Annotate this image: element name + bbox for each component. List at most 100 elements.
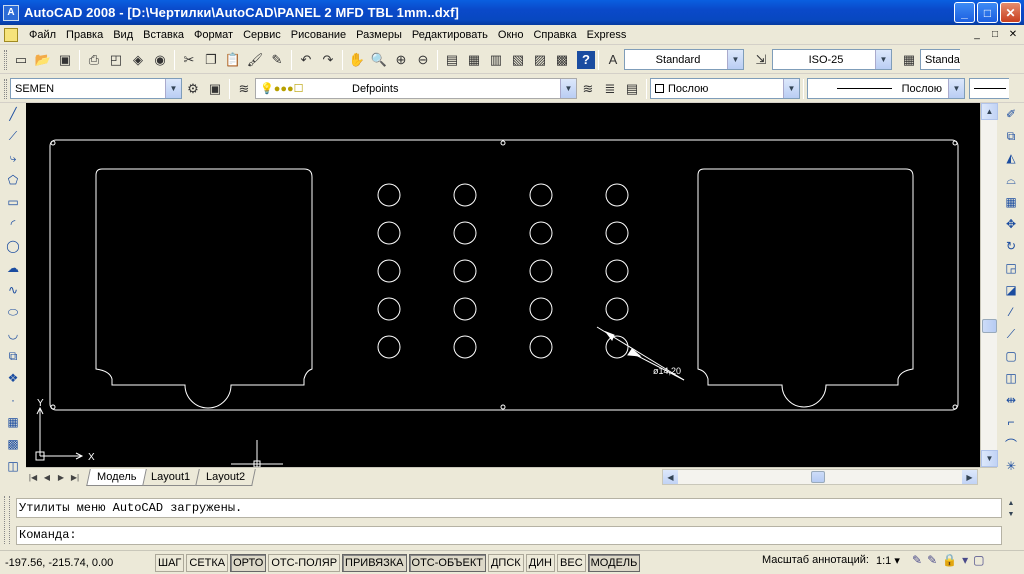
document-icon[interactable] [4, 27, 18, 42]
menu-express[interactable]: Express [582, 25, 632, 45]
snap-toggle[interactable]: ШАГ [155, 553, 185, 572]
calculator-icon[interactable]: ▩ [551, 49, 573, 71]
next-tab-icon[interactable]: ▶ [54, 470, 68, 485]
tool-palettes-icon[interactable]: ▥ [485, 49, 507, 71]
insert-block-icon[interactable]: ⧉ [2, 345, 24, 367]
match-properties-icon[interactable]: 🖌 [244, 49, 266, 71]
autocad-app-icon[interactable]: A [3, 4, 19, 21]
workspace-settings-icon[interactable]: ⚙ [182, 78, 204, 100]
revision-cloud-icon[interactable]: ☁ [2, 257, 24, 279]
fillet-icon[interactable]: ⌒ [1000, 433, 1022, 455]
copy-icon[interactable]: ❐ [200, 49, 222, 71]
lineweight-select[interactable] [969, 78, 1009, 99]
tab-layout1[interactable]: Layout1 [140, 468, 202, 486]
scale-icon[interactable]: ◲ [1000, 257, 1022, 279]
save-icon[interactable]: ▣ [54, 49, 76, 71]
explode-icon[interactable]: ✳ [1000, 455, 1022, 477]
polar-toggle[interactable]: ОТС-ПОЛЯР [268, 553, 341, 572]
help-icon[interactable]: ? [577, 50, 595, 69]
stretch-icon[interactable]: ◪ [1000, 279, 1022, 301]
chevron-down-icon[interactable]: ▼ [783, 79, 799, 98]
array-icon[interactable]: ▦ [1000, 191, 1022, 213]
dim-style-select[interactable]: ISO-25 ▼ [772, 49, 892, 70]
color-select[interactable]: Послою ▼ [650, 78, 800, 99]
scroll-up-icon[interactable]: ▲ [1008, 500, 1015, 507]
close-button[interactable]: ✕ [1000, 2, 1021, 23]
vertical-scroll-thumb[interactable] [982, 319, 997, 333]
cut-icon[interactable]: ✂ [178, 49, 200, 71]
spline-icon[interactable]: ∿ [2, 279, 24, 301]
offset-icon[interactable]: ⌓ [1000, 169, 1022, 191]
make-object-layer-current-icon[interactable]: ≋ [577, 78, 599, 100]
doc-restore-button[interactable]: □ [988, 27, 1002, 41]
scroll-down-icon[interactable]: ▼ [981, 450, 998, 467]
maximize-button[interactable]: □ [977, 2, 998, 23]
annotation-scale-select[interactable]: 1:1 ▾ [876, 554, 900, 567]
hatch-icon[interactable]: ▦ [2, 411, 24, 433]
ellipse-arc-icon[interactable]: ◡ [2, 323, 24, 345]
chevron-down-icon[interactable]: ▼ [727, 50, 743, 69]
lwt-toggle[interactable]: ВЕС [557, 553, 586, 572]
markup-icon[interactable]: ▨ [529, 49, 551, 71]
toolbar-grip[interactable] [4, 49, 7, 70]
drawing-canvas[interactable]: ø14,20 Y X [26, 103, 980, 467]
join-icon[interactable]: ⇹ [1000, 389, 1022, 411]
break-icon[interactable]: ◫ [1000, 367, 1022, 389]
block-editor-icon[interactable]: ✎ [266, 49, 288, 71]
tab-model[interactable]: Модель [86, 468, 148, 486]
menu-file[interactable]: Файл [24, 25, 61, 45]
extend-icon[interactable]: ⟋ [1000, 323, 1022, 345]
make-block-icon[interactable]: ❖ [2, 367, 24, 389]
otrack-toggle[interactable]: ОТС-ОБЪЕКТ [408, 553, 486, 572]
command-input[interactable]: Команда: [16, 526, 1002, 545]
scroll-left-icon[interactable]: ◀ [663, 470, 678, 484]
print-icon[interactable]: ⎙ [83, 49, 105, 71]
layer-previous-icon[interactable]: ≣ [599, 78, 621, 100]
menu-edit[interactable]: Правка [61, 25, 108, 45]
zoom-window-icon[interactable]: ⊕ [390, 49, 412, 71]
scroll-down-icon[interactable]: ▼ [1008, 511, 1015, 518]
new-icon[interactable]: ▭ [10, 49, 32, 71]
menu-tools[interactable]: Сервис [238, 25, 286, 45]
horizontal-scroll-thumb[interactable] [811, 471, 825, 483]
table-style-icon[interactable]: ▦ [898, 49, 920, 71]
menu-help[interactable]: Справка [528, 25, 581, 45]
construction-line-icon[interactable]: ⟋ [2, 125, 24, 147]
circle-icon[interactable]: ◯ [2, 235, 24, 257]
undo-icon[interactable]: ↶ [295, 49, 317, 71]
ellipse-icon[interactable]: ⬭ [2, 301, 24, 323]
osnap-toggle[interactable]: ПРИВЯЗКА [342, 553, 407, 572]
doc-close-button[interactable]: ✕ [1006, 27, 1020, 41]
rectangle-icon[interactable]: ▭ [2, 191, 24, 213]
table-style-select[interactable]: Standa [920, 49, 960, 70]
polyline-icon[interactable]: ⤷ [2, 147, 24, 169]
3d-publish-icon[interactable]: ◉ [149, 49, 171, 71]
layer-manager-icon[interactable]: ≋ [233, 78, 255, 100]
zoom-realtime-icon[interactable]: 🔍 [368, 49, 390, 71]
cursor-coordinates[interactable]: -197.56, -215.74, 0.00 [0, 557, 155, 569]
linetype-select[interactable]: Послою ▼ [807, 78, 965, 99]
open-icon[interactable]: 📂 [32, 49, 54, 71]
preview-icon[interactable]: ◰ [105, 49, 127, 71]
line-icon[interactable]: ╱ [2, 103, 24, 125]
minimize-button[interactable]: _ [954, 2, 975, 23]
command-scroll[interactable]: ▲ ▼ [1004, 500, 1018, 518]
menu-modify[interactable]: Редактировать [407, 25, 493, 45]
annotation-visibility-icon[interactable]: ✎ [912, 553, 922, 567]
menu-view[interactable]: Вид [108, 25, 138, 45]
publish-icon[interactable]: ◈ [127, 49, 149, 71]
ducs-toggle[interactable]: ДПСК [487, 553, 524, 572]
first-tab-icon[interactable]: |◀ [26, 470, 40, 485]
clean-screen-icon[interactable]: ▢ [973, 553, 984, 567]
gradient-icon[interactable]: ▩ [2, 433, 24, 455]
toolbar-lock-icon[interactable]: 🔒 [942, 553, 957, 567]
command-window-grip[interactable] [4, 496, 10, 544]
tab-layout2[interactable]: Layout2 [194, 468, 256, 486]
layer-states-icon[interactable]: ▤ [621, 78, 643, 100]
copy-object-icon[interactable]: ⧉ [1000, 125, 1022, 147]
last-tab-icon[interactable]: ▶| [68, 470, 82, 485]
text-style-select[interactable]: Standard ▼ [624, 49, 744, 70]
chevron-down-icon[interactable]: ▼ [948, 79, 964, 98]
menu-draw[interactable]: Рисование [286, 25, 351, 45]
dim-style-icon[interactable]: ⇲ [750, 49, 772, 71]
